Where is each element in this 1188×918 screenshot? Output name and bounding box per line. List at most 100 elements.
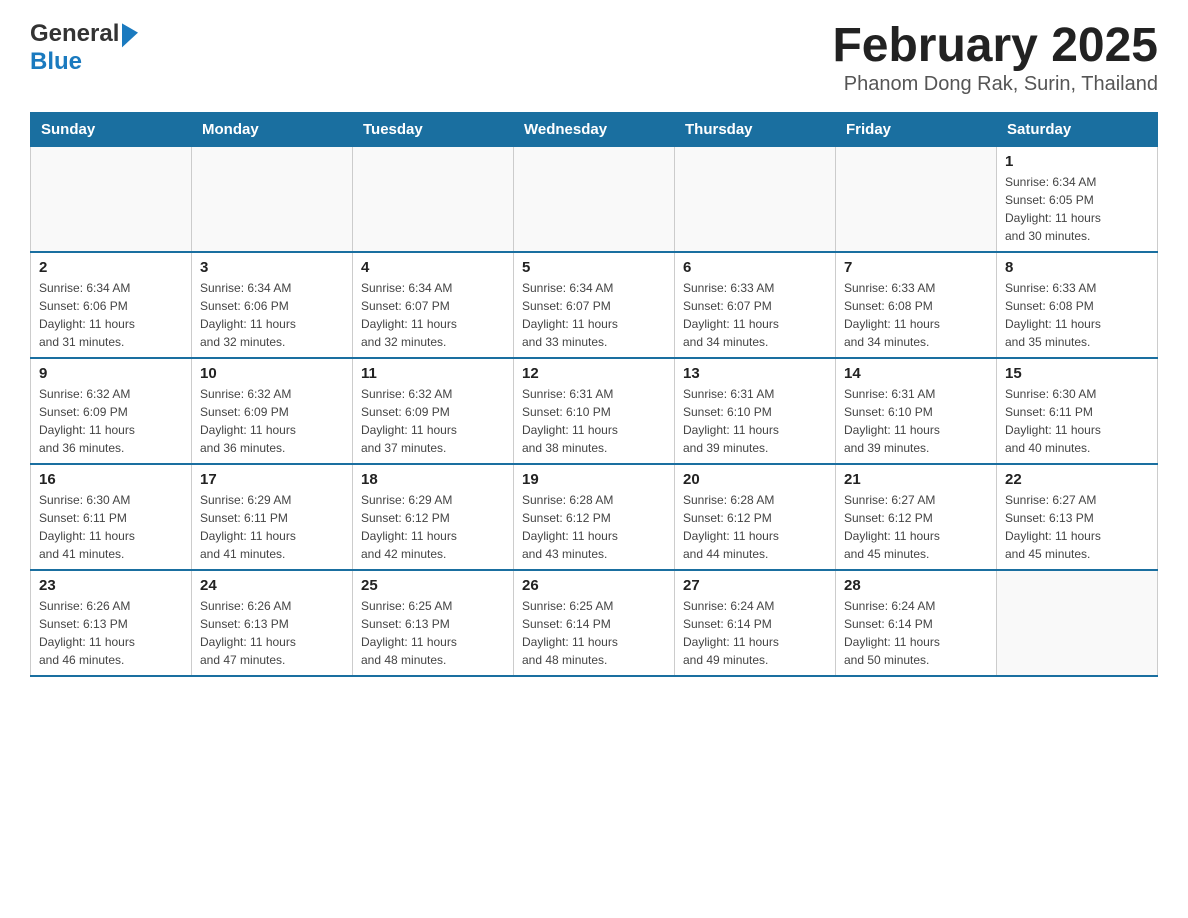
day-header-monday: Monday [192, 112, 353, 146]
day-info: Sunrise: 6:33 AMSunset: 6:08 PMDaylight:… [1005, 279, 1149, 351]
day-number: 13 [683, 365, 827, 382]
calendar-cell [836, 146, 997, 252]
day-info: Sunrise: 6:25 AMSunset: 6:13 PMDaylight:… [361, 597, 505, 669]
calendar-cell: 25 Sunrise: 6:25 AMSunset: 6:13 PMDayligh… [353, 570, 514, 676]
week-row-5: 23 Sunrise: 6:26 AMSunset: 6:13 PMDayligh… [31, 570, 1158, 676]
calendar-cell: 7Sunrise: 6:33 AMSunset: 6:08 PMDaylight… [836, 252, 997, 358]
day-number: 14 [844, 365, 988, 382]
calendar-cell: 15Sunrise: 6:30 AMSunset: 6:11 PMDayligh… [997, 358, 1158, 464]
day-info: Sunrise: 6:31 AMSunset: 6:10 PMDaylight:… [844, 385, 988, 457]
week-row-3: 9Sunrise: 6:32 AMSunset: 6:09 PMDaylight… [31, 358, 1158, 464]
day-number: 2 [39, 259, 183, 276]
calendar-cell: 21Sunrise: 6:27 AMSunset: 6:12 PMDayligh… [836, 464, 997, 570]
page-header: General Blue February 2025 Phanom Dong R… [30, 20, 1158, 96]
day-info: Sunrise: 6:24 AMSunset: 6:14 PMDaylight:… [844, 597, 988, 669]
day-number: 5 [522, 259, 666, 276]
calendar-cell [31, 146, 192, 252]
calendar-cell: 16 Sunrise: 6:30 AMSunset: 6:11 PMDayligh… [31, 464, 192, 570]
calendar-cell: 10 Sunrise: 6:32 AMSunset: 6:09 PMDayligh… [192, 358, 353, 464]
calendar-cell: 18Sunrise: 6:29 AMSunset: 6:12 PMDayligh… [353, 464, 514, 570]
calendar-cell: 9Sunrise: 6:32 AMSunset: 6:09 PMDaylight… [31, 358, 192, 464]
day-number: 8 [1005, 259, 1149, 276]
day-number: 23 [39, 577, 183, 594]
day-number: 28 [844, 577, 988, 594]
logo-general-text: General [30, 20, 119, 48]
calendar-cell: 28 Sunrise: 6:24 AMSunset: 6:14 PMDayligh… [836, 570, 997, 676]
title-block: February 2025 Phanom Dong Rak, Surin, Th… [832, 20, 1158, 96]
day-info: Sunrise: 6:25 AMSunset: 6:14 PMDaylight:… [522, 597, 666, 669]
calendar-cell: 24 Sunrise: 6:26 AMSunset: 6:13 PMDayligh… [192, 570, 353, 676]
calendar-cell: 6 Sunrise: 6:33 AMSunset: 6:07 PMDaylight… [675, 252, 836, 358]
day-info: Sunrise: 6:27 AMSunset: 6:12 PMDaylight:… [844, 491, 988, 563]
day-number: 11 [361, 365, 505, 382]
page-subtitle: Phanom Dong Rak, Surin, Thailand [832, 73, 1158, 96]
calendar-cell: 17Sunrise: 6:29 AMSunset: 6:11 PMDayligh… [192, 464, 353, 570]
day-info: Sunrise: 6:30 AMSunset: 6:11 PMDaylight:… [39, 491, 183, 563]
week-row-1: 1 Sunrise: 6:34 AMSunset: 6:05 PMDaylight… [31, 146, 1158, 252]
day-info: Sunrise: 6:30 AMSunset: 6:11 PMDaylight:… [1005, 385, 1149, 457]
day-info: Sunrise: 6:32 AMSunset: 6:09 PMDaylight:… [39, 385, 183, 457]
day-info: Sunrise: 6:32 AMSunset: 6:09 PMDaylight:… [200, 385, 344, 457]
day-info: Sunrise: 6:28 AMSunset: 6:12 PMDaylight:… [522, 491, 666, 563]
calendar-cell: 26 Sunrise: 6:25 AMSunset: 6:14 PMDayligh… [514, 570, 675, 676]
logo-blue-text: Blue [30, 48, 82, 76]
day-number: 10 [200, 365, 344, 382]
day-info: Sunrise: 6:24 AMSunset: 6:14 PMDaylight:… [683, 597, 827, 669]
calendar-header: SundayMondayTuesdayWednesdayThursdayFrid… [31, 112, 1158, 146]
day-header-wednesday: Wednesday [514, 112, 675, 146]
calendar-cell [192, 146, 353, 252]
day-info: Sunrise: 6:33 AMSunset: 6:07 PMDaylight:… [683, 279, 827, 351]
day-header-sunday: Sunday [31, 112, 192, 146]
days-row: SundayMondayTuesdayWednesdayThursdayFrid… [31, 112, 1158, 146]
calendar-cell: 5 Sunrise: 6:34 AMSunset: 6:07 PMDaylight… [514, 252, 675, 358]
calendar-cell [675, 146, 836, 252]
day-info: Sunrise: 6:34 AMSunset: 6:06 PMDaylight:… [39, 279, 183, 351]
day-number: 26 [522, 577, 666, 594]
day-number: 22 [1005, 471, 1149, 488]
logo-arrow-icon [122, 21, 138, 48]
calendar-cell: 20 Sunrise: 6:28 AMSunset: 6:12 PMDayligh… [675, 464, 836, 570]
day-number: 20 [683, 471, 827, 488]
calendar-cell: 11Sunrise: 6:32 AMSunset: 6:09 PMDayligh… [353, 358, 514, 464]
day-header-friday: Friday [836, 112, 997, 146]
calendar-cell: 3Sunrise: 6:34 AMSunset: 6:06 PMDaylight… [192, 252, 353, 358]
day-number: 24 [200, 577, 344, 594]
calendar-cell: 8 Sunrise: 6:33 AMSunset: 6:08 PMDaylight… [997, 252, 1158, 358]
calendar-cell [353, 146, 514, 252]
day-number: 1 [1005, 153, 1149, 170]
day-info: Sunrise: 6:26 AMSunset: 6:13 PMDaylight:… [39, 597, 183, 669]
day-number: 17 [200, 471, 344, 488]
calendar-cell: 27 Sunrise: 6:24 AMSunset: 6:14 PMDayligh… [675, 570, 836, 676]
calendar-cell: 12Sunrise: 6:31 AMSunset: 6:10 PMDayligh… [514, 358, 675, 464]
calendar-cell: 13Sunrise: 6:31 AMSunset: 6:10 PMDayligh… [675, 358, 836, 464]
logo-line1: General [30, 20, 138, 48]
day-info: Sunrise: 6:34 AMSunset: 6:07 PMDaylight:… [522, 279, 666, 351]
week-row-4: 16 Sunrise: 6:30 AMSunset: 6:11 PMDayligh… [31, 464, 1158, 570]
day-info: Sunrise: 6:31 AMSunset: 6:10 PMDaylight:… [522, 385, 666, 457]
calendar-body: 1 Sunrise: 6:34 AMSunset: 6:05 PMDaylight… [31, 146, 1158, 676]
calendar-cell: 1 Sunrise: 6:34 AMSunset: 6:05 PMDaylight… [997, 146, 1158, 252]
calendar-cell: 23 Sunrise: 6:26 AMSunset: 6:13 PMDayligh… [31, 570, 192, 676]
day-number: 19 [522, 471, 666, 488]
calendar-cell [997, 570, 1158, 676]
day-info: Sunrise: 6:34 AMSunset: 6:05 PMDaylight:… [1005, 173, 1149, 245]
day-number: 6 [683, 259, 827, 276]
day-number: 7 [844, 259, 988, 276]
day-number: 25 [361, 577, 505, 594]
day-number: 16 [39, 471, 183, 488]
day-info: Sunrise: 6:34 AMSunset: 6:06 PMDaylight:… [200, 279, 344, 351]
calendar-cell: 14 Sunrise: 6:31 AMSunset: 6:10 PMDayligh… [836, 358, 997, 464]
calendar-cell: 19 Sunrise: 6:28 AMSunset: 6:12 PMDayligh… [514, 464, 675, 570]
logo: General Blue [30, 20, 138, 76]
calendar-cell: 22 Sunrise: 6:27 AMSunset: 6:13 PMDayligh… [997, 464, 1158, 570]
day-header-thursday: Thursday [675, 112, 836, 146]
day-info: Sunrise: 6:26 AMSunset: 6:13 PMDaylight:… [200, 597, 344, 669]
day-info: Sunrise: 6:27 AMSunset: 6:13 PMDaylight:… [1005, 491, 1149, 563]
page-title: February 2025 [832, 20, 1158, 73]
day-number: 27 [683, 577, 827, 594]
day-number: 4 [361, 259, 505, 276]
day-header-saturday: Saturday [997, 112, 1158, 146]
day-info: Sunrise: 6:34 AMSunset: 6:07 PMDaylight:… [361, 279, 505, 351]
day-info: Sunrise: 6:28 AMSunset: 6:12 PMDaylight:… [683, 491, 827, 563]
calendar-cell [514, 146, 675, 252]
